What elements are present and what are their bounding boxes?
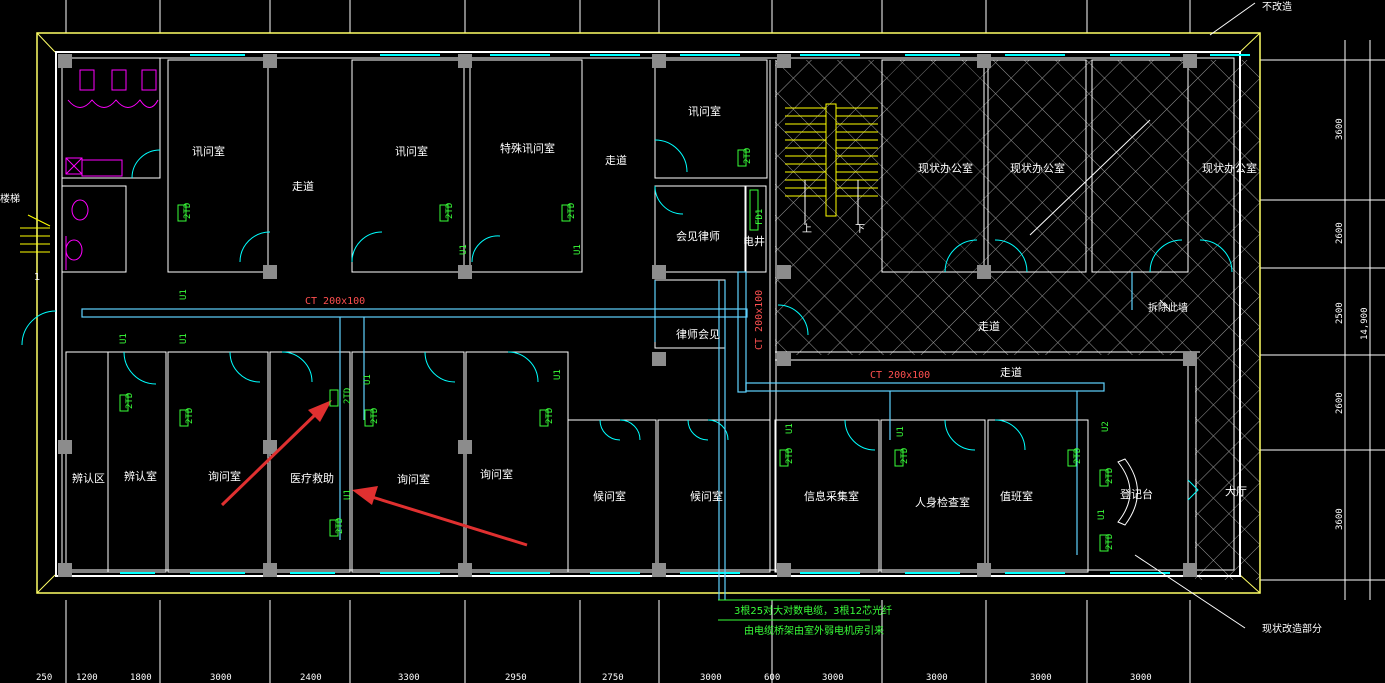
dim-right-5: 3600	[1335, 508, 1345, 530]
room-label-special-interrogation: 特殊讯问室	[500, 141, 555, 155]
stair-level-label: 1	[34, 272, 40, 283]
room-label-hall: 大厅	[1225, 484, 1247, 498]
not-renovated-label: 不改造	[1262, 0, 1292, 13]
room-label-lawyer-meeting: 律师会见	[676, 328, 720, 341]
dim-right-3: 2500	[1335, 302, 1345, 324]
dim-bottom-6: 3300	[398, 673, 420, 683]
room-label-office-2: 现状办公室	[1010, 161, 1065, 175]
terminal-label-u1-9: U1	[785, 423, 795, 434]
terminal-label-u1-10: U1	[896, 426, 906, 437]
terminal-label-zd-3: 2TD	[567, 203, 577, 219]
dim-bottom-10: 600	[764, 673, 780, 683]
dim-bottom-14: 3000	[1130, 673, 1152, 683]
terminal-label-zd-4: 2TD	[743, 148, 753, 164]
demolish-label: 拆除此墙	[1148, 301, 1188, 314]
room-label-corridor-1: 走道	[292, 179, 314, 193]
terminal-label-zd-6: 2TD	[185, 408, 195, 424]
stair-left-label: 楼梯	[0, 192, 20, 205]
terminal-label-zd-2: 2TD	[445, 203, 455, 219]
terminal-label-zd-7: 2TD	[343, 388, 353, 404]
room-label-inquiry-3: 询问室	[480, 467, 513, 481]
dim-bottom-2: 1200	[76, 673, 98, 683]
cable-tray-label-3: CT 200x100	[754, 290, 765, 350]
dimensions-right: 3600 2600 2500 2600 3600 14,900	[1335, 118, 1370, 530]
terminal-label-u1-6: U1	[363, 374, 373, 385]
dim-bottom-11: 3000	[822, 673, 844, 683]
room-label-identification-area: 辨认区	[72, 471, 105, 485]
terminal-label-zd-8: 2TD	[370, 408, 380, 424]
dim-bottom-4: 3000	[210, 673, 232, 683]
cable-tray-label-1: CT 200x100	[305, 296, 365, 307]
room-label-info-collection: 信息采集室	[804, 489, 859, 503]
floor-plan: 讯问室 走道 讯问室 特殊讯问室 走道 讯问室 会见律师 电井 律师会见 现状办…	[0, 0, 1385, 683]
terminal-label-u1-8: U1	[553, 369, 563, 380]
toilet-fixtures	[65, 69, 159, 270]
terminal-label-zd-14: 2TD	[1105, 468, 1115, 484]
terminal-label-zd-13: 2TD	[1073, 448, 1083, 464]
dim-bottom-1: 250	[36, 673, 52, 683]
terminal-label-zd-1: 2TD	[183, 203, 193, 219]
cable-note-line-1: 3根25对大对数电缆，3根12芯光纤	[734, 604, 892, 617]
dim-right-4: 2600	[1335, 392, 1345, 414]
room-label-corridor-3: 走道	[978, 319, 1000, 333]
room-label-elec-shaft: 电井	[743, 234, 765, 248]
dim-right-2: 2600	[1335, 222, 1345, 244]
terminal-label-zd-9: 2TD	[335, 518, 345, 534]
stair-up-label: 上	[802, 223, 812, 235]
terminal-label-zd-10: 2TD	[545, 408, 555, 424]
cable-notes: 3根25对大对数电缆，3根12芯光纤 由电缆桥架由室外弱电机房引来	[718, 599, 892, 637]
dim-bottom-5: 2400	[300, 673, 322, 683]
room-label-interrogation-3: 讯问室	[688, 104, 721, 118]
room-label-waiting-1: 候问室	[593, 489, 626, 503]
dim-right-1: 3600	[1335, 118, 1345, 140]
room-label-lawyer-meet: 会见律师	[676, 230, 720, 243]
dim-bottom-7: 2950	[505, 673, 527, 683]
room-label-corridor-2: 走道	[605, 153, 627, 167]
terminal-label-u1-4: U1	[119, 333, 129, 344]
terminal-label-zd-15: 2TD	[1105, 534, 1115, 550]
room-label-office-1: 现状办公室	[918, 161, 973, 175]
dim-bottom-12: 3000	[926, 673, 948, 683]
room-label-inquiry-2: 询问室	[397, 472, 430, 486]
room-label-interrogation-1: 讯问室	[192, 144, 225, 158]
terminal-label-u1-5: U1	[179, 333, 189, 344]
room-label-duty: 值班室	[1000, 489, 1033, 503]
terminal-label-u1-11: U1	[1097, 509, 1107, 520]
dim-bottom-8: 2750	[602, 673, 624, 683]
room-label-identification-room: 辨认室	[124, 469, 157, 483]
cable-note-line-2: 由电缆桥架由室外弱电机房引来	[744, 624, 884, 637]
dim-bottom-9: 3000	[700, 673, 722, 683]
terminal-label-u1-7: U1	[343, 489, 353, 500]
terminal-label-u1-3: U1	[573, 244, 583, 255]
stair-down-label: 下	[855, 224, 865, 235]
terminal-label-u1-1: U1	[179, 289, 189, 300]
terminal-label-zd-12: 2TD	[900, 448, 910, 464]
terminal-label-u2: U2	[1101, 421, 1111, 432]
dim-right-total: 14,900	[1360, 307, 1370, 340]
room-label-corridor-4: 走道	[1000, 365, 1022, 379]
room-label-medical: 医疗救助	[290, 471, 334, 485]
room-label-inquiry-1: 询问室	[208, 469, 241, 483]
terminal-label-zd-5: 2TD	[125, 393, 135, 409]
renovate-part-label: 现状改造部分	[1262, 622, 1322, 635]
dim-bottom-3: 1800	[130, 673, 152, 683]
dim-bottom-13: 3000	[1030, 673, 1052, 683]
room-label-body-check: 人身检查室	[915, 495, 970, 509]
room-label-reception: 登记台	[1120, 487, 1153, 501]
cable-tray-label-2: CT 200x100	[870, 370, 930, 381]
room-label-waiting-2: 候问室	[690, 489, 723, 503]
terminal-label-zd-11: 2TD	[785, 448, 795, 464]
terminal-label-fd: FD1	[755, 209, 765, 225]
dimensions-bottom: 250 1200 1800 3000 2400 3300 2950 2750 3…	[36, 673, 1152, 683]
room-label-interrogation-2: 讯问室	[395, 144, 428, 158]
terminal-label-u1-2: U1	[459, 244, 469, 255]
room-label-office-3: 现状办公室	[1202, 161, 1257, 175]
